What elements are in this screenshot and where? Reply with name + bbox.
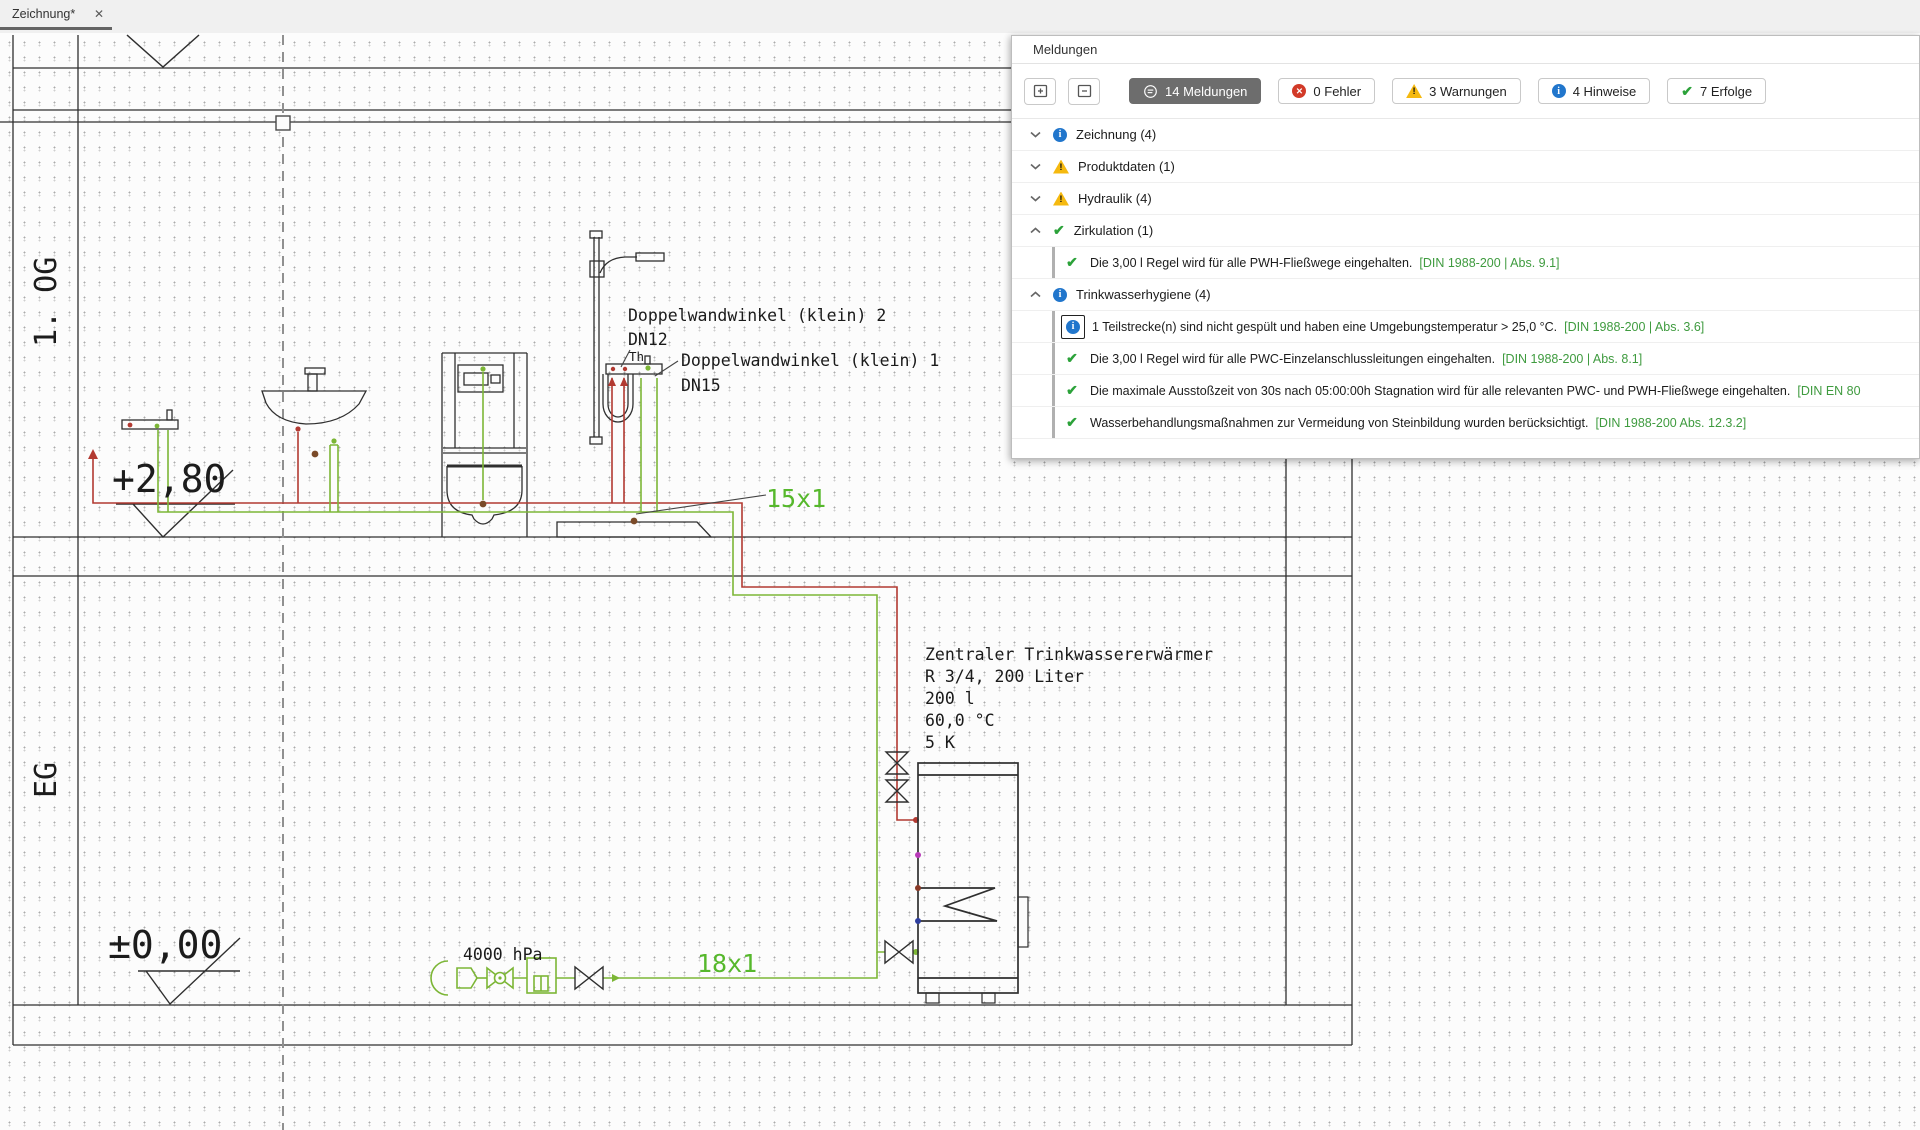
- group-label: Produktdaten (1): [1078, 159, 1175, 174]
- tree-group-zirkulation[interactable]: Zirkulation (1): [1012, 215, 1919, 247]
- pipe-dimension-15x1: 15x1: [766, 484, 826, 513]
- warning-triangle-icon: [1406, 84, 1422, 98]
- error-circle-icon: [1292, 84, 1306, 98]
- tab-zeichnung[interactable]: Zeichnung* ✕: [0, 0, 112, 30]
- filter-warnings-label: 3 Warnungen: [1429, 84, 1507, 99]
- filter-errors-label: 0 Fehler: [1313, 84, 1361, 99]
- message-text: Die 3,00 l Regel wird für alle PWH-Fließ…: [1090, 256, 1560, 270]
- svg-text:R 3/4, 200 Liter: R 3/4, 200 Liter: [925, 667, 1084, 686]
- message-row[interactable]: Die 3,00 l Regel wird für alle PWH-Fließ…: [1012, 247, 1919, 279]
- warning-triangle-icon: [1053, 192, 1069, 206]
- din-reference: [DIN 1988-200 Abs. 12.3.2]: [1595, 416, 1746, 430]
- din-reference: [DIN 1988-200 | Abs. 3.6]: [1564, 320, 1704, 334]
- messages-bubble-icon: [1143, 84, 1158, 99]
- indent-guide: [1052, 407, 1055, 438]
- success-check-icon: [1066, 414, 1078, 431]
- din-reference: [DIN 1988-200 | Abs. 8.1]: [1502, 352, 1642, 366]
- annotation-dww2: Doppelwandwinkel (klein) 2: [628, 306, 886, 325]
- din-reference: [DIN 1988-200 | Abs. 9.1]: [1419, 256, 1559, 270]
- filter-success-button[interactable]: 7 Erfolge: [1667, 78, 1766, 104]
- indent-guide: [1052, 375, 1055, 406]
- filter-errors-button[interactable]: 0 Fehler: [1278, 78, 1375, 104]
- filter-warnings-button[interactable]: 3 Warnungen: [1392, 78, 1521, 104]
- success-check-icon: [1066, 254, 1078, 271]
- tab-bar: Zeichnung* ✕: [0, 0, 1920, 33]
- group-label: Zeichnung (4): [1076, 127, 1156, 142]
- message-row[interactable]: Die maximale Ausstoßzeit von 30s nach 05…: [1012, 375, 1919, 407]
- din-reference: [DIN EN 80: [1797, 384, 1860, 398]
- group-label: Trinkwasserhygiene (4): [1076, 287, 1211, 302]
- expand-all-button[interactable]: [1024, 78, 1056, 105]
- tree-group-hydraulik[interactable]: Hydraulik (4): [1012, 183, 1919, 215]
- annotation-dww2-dn: DN12: [628, 330, 668, 349]
- elevation-text-ground: ±0,00: [108, 923, 222, 967]
- floor-label-ground: EG: [29, 762, 64, 798]
- message-row[interactable]: Die 3,00 l Regel wird für alle PWC-Einze…: [1012, 343, 1919, 375]
- message-text: 1 Teilstrecke(n) sind nicht gespült und …: [1092, 320, 1704, 334]
- indent-guide: [1052, 343, 1055, 374]
- elevation-text-upper: +2,80: [112, 457, 226, 501]
- info-circle-icon: [1053, 288, 1067, 302]
- indent-guide: [1052, 311, 1055, 342]
- message-row[interactable]: Wasserbehandlungsmaßnahmen zur Vermeidun…: [1012, 407, 1919, 439]
- indent-guide: [1052, 247, 1055, 278]
- annotation-th: Th: [629, 349, 644, 364]
- floor-label-upper: 1. OG: [29, 257, 64, 347]
- collapse-all-button[interactable]: [1068, 78, 1100, 105]
- filter-messages-label: 14 Meldungen: [1165, 84, 1247, 99]
- pipe-dimension-18x1: 18x1: [697, 949, 757, 978]
- success-check-icon: [1066, 382, 1078, 399]
- collapse-all-icon: [1077, 84, 1092, 98]
- panel-toolbar: 14 Meldungen 0 Fehler 3 Warnungen 4 Hinw…: [1012, 64, 1919, 119]
- water-heater-tank[interactable]: [918, 763, 1028, 1003]
- tree-group-produktdaten[interactable]: Produktdaten (1): [1012, 151, 1919, 183]
- svg-text:200 l: 200 l: [925, 689, 975, 708]
- chevron-down-icon[interactable]: [1030, 195, 1044, 202]
- chevron-down-icon[interactable]: [1030, 163, 1044, 170]
- chevron-up-icon[interactable]: [1030, 291, 1044, 298]
- tree-group-zeichnung[interactable]: Zeichnung (4): [1012, 119, 1919, 151]
- success-check-icon: [1053, 222, 1065, 239]
- warning-triangle-icon: [1053, 160, 1069, 174]
- close-icon[interactable]: ✕: [88, 7, 104, 21]
- svg-text:60,0 °C: 60,0 °C: [925, 711, 995, 730]
- info-circle-icon: [1066, 320, 1080, 334]
- group-label: Zirkulation (1): [1074, 223, 1153, 238]
- selection-box: [1061, 315, 1085, 339]
- tree-group-trinkwasserhygiene[interactable]: Trinkwasserhygiene (4): [1012, 279, 1919, 311]
- chevron-down-icon[interactable]: [1030, 131, 1044, 138]
- heater-annotation-block: Zentraler Trinkwassererwärmer R 3/4, 200…: [925, 645, 1213, 752]
- info-circle-icon: [1053, 128, 1067, 142]
- info-circle-icon: [1552, 84, 1566, 98]
- message-tree: Zeichnung (4) Produktdaten (1) Hydraulik…: [1012, 119, 1919, 458]
- panel-footer: [1012, 439, 1919, 458]
- pipes-pwc-green[interactable]: [155, 365, 919, 995]
- svg-text:5 K: 5 K: [925, 733, 955, 752]
- reference-axis[interactable]: [276, 35, 290, 1130]
- svg-text:Zentraler Trinkwassererwärmer: Zentraler Trinkwassererwärmer: [925, 645, 1213, 664]
- meldungen-panel: Meldungen 14 Meldungen 0 Fehler: [1011, 35, 1920, 459]
- group-label: Hydraulik (4): [1078, 191, 1152, 206]
- panel-title: Meldungen: [1012, 36, 1919, 64]
- annotation-dww1: Doppelwandwinkel (klein) 1: [681, 351, 939, 370]
- expand-all-icon: [1033, 84, 1048, 98]
- message-text: Die 3,00 l Regel wird für alle PWC-Einze…: [1090, 352, 1642, 366]
- pressure-label: 4000 hPa: [463, 945, 542, 964]
- filter-messages-button[interactable]: 14 Meldungen: [1129, 78, 1261, 104]
- tab-label: Zeichnung*: [12, 7, 88, 21]
- filter-success-label: 7 Erfolge: [1700, 84, 1752, 99]
- filter-hints-button[interactable]: 4 Hinweise: [1538, 78, 1651, 104]
- success-check-icon: [1066, 350, 1078, 367]
- annotation-dww1-dn: DN15: [681, 376, 721, 395]
- chevron-up-icon[interactable]: [1030, 227, 1044, 234]
- filter-hints-label: 4 Hinweise: [1573, 84, 1637, 99]
- message-row-selected[interactable]: 1 Teilstrecke(n) sind nicht gespült und …: [1012, 311, 1919, 343]
- success-check-icon: [1681, 83, 1693, 100]
- message-text: Die maximale Ausstoßzeit von 30s nach 05…: [1090, 384, 1861, 398]
- message-text: Wasserbehandlungsmaßnahmen zur Vermeidun…: [1090, 416, 1746, 430]
